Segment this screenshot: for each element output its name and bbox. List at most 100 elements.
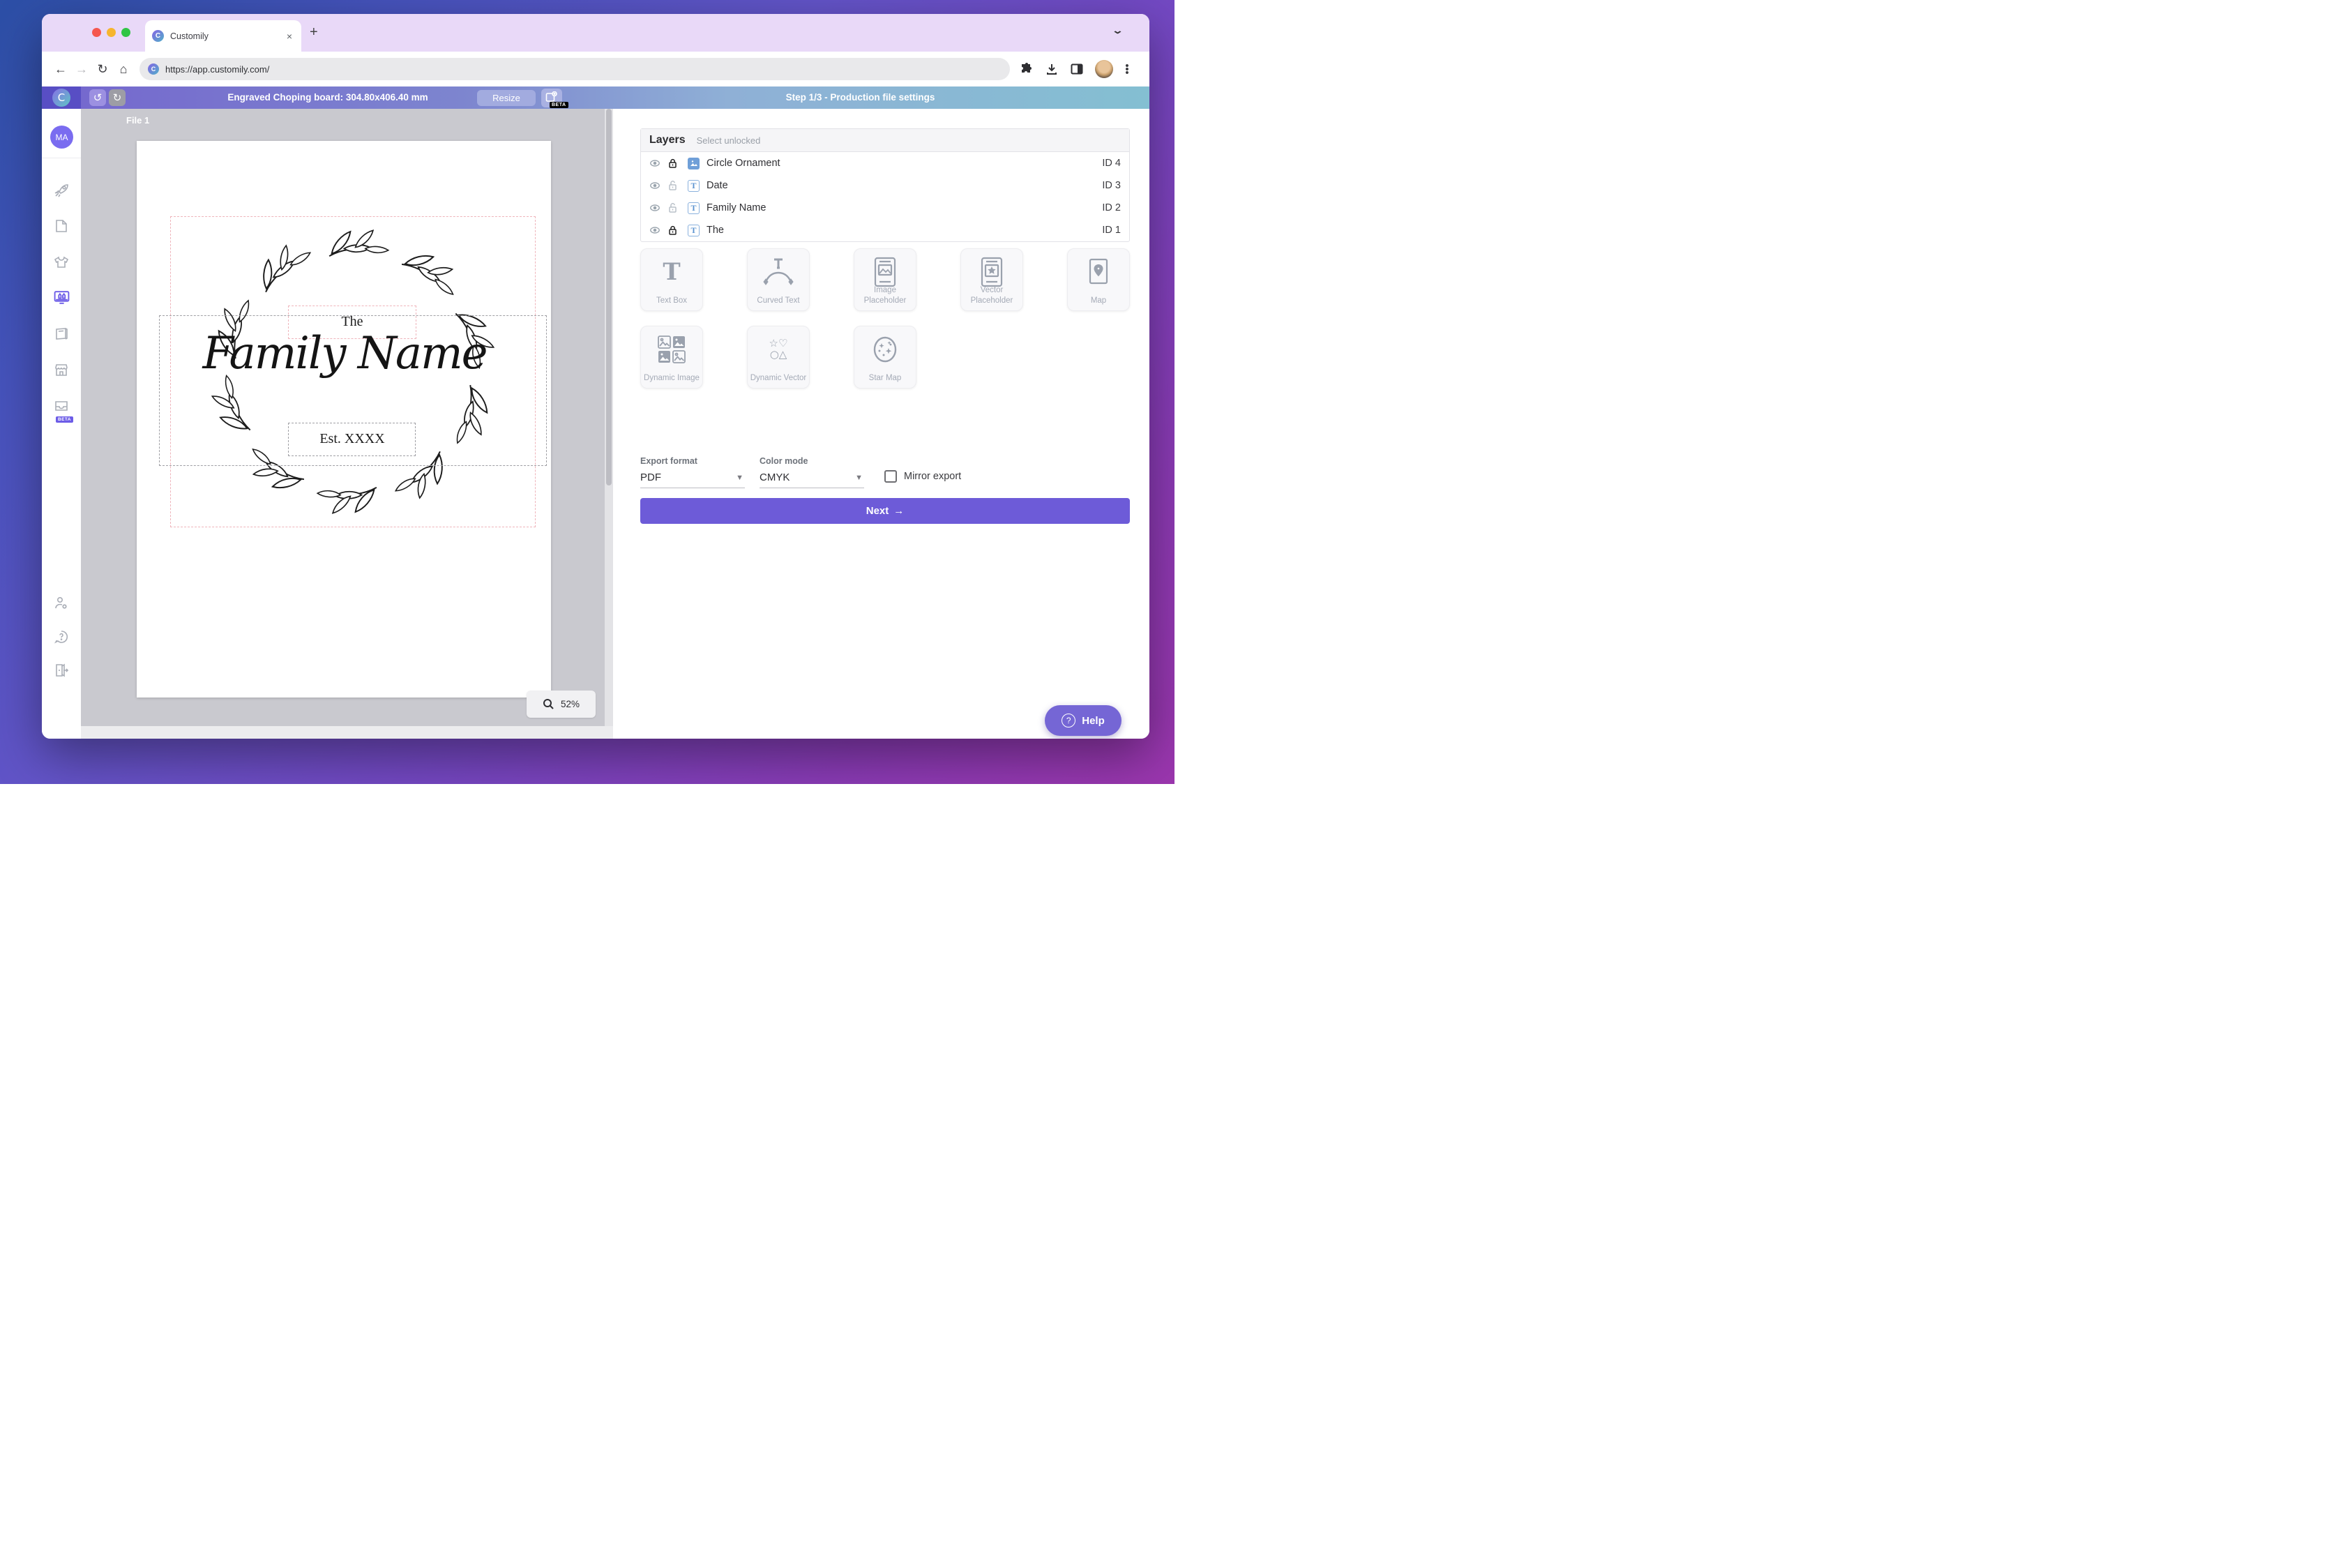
- app-sidebar: MA: [42, 109, 81, 739]
- image-layer-type-icon: [688, 158, 700, 169]
- export-format-select[interactable]: PDF ▼: [640, 469, 745, 488]
- address-bar[interactable]: C https://app.customily.com/: [139, 58, 1010, 80]
- url-favicon: C: [148, 63, 159, 75]
- next-button[interactable]: Next→: [640, 498, 1130, 524]
- production-settings-panel: Layers Select unlocked Circle Ornament I…: [613, 109, 1149, 739]
- canvas-vertical-scrollbar[interactable]: [605, 109, 613, 726]
- tab-close-icon[interactable]: ×: [285, 31, 294, 42]
- lock-closed-icon[interactable]: [667, 225, 678, 236]
- new-tab-button[interactable]: +: [310, 25, 318, 39]
- customily-favicon: C: [152, 30, 164, 42]
- rocket-icon[interactable]: [53, 181, 70, 198]
- layers-card: Layers Select unlocked Circle Ornament I…: [640, 128, 1130, 242]
- traffic-light-close-button[interactable]: [92, 28, 101, 37]
- mirror-export-checkbox[interactable]: [884, 470, 897, 483]
- curved-text-tool-button[interactable]: Curved Text: [747, 248, 810, 311]
- visibility-eye-icon[interactable]: [649, 180, 660, 191]
- logout-door-icon[interactable]: [53, 662, 70, 679]
- dynamic-image-tool-button[interactable]: Dynamic Image: [640, 326, 703, 389]
- browser-tab-strip: C Customily × + ⌄: [42, 14, 1149, 52]
- design-text-est[interactable]: Est. XXXX: [288, 431, 416, 447]
- side-panel-icon[interactable]: [1070, 62, 1084, 76]
- booklet-icon[interactable]: [53, 325, 70, 342]
- download-icon[interactable]: [1045, 62, 1059, 76]
- design-text-family-name[interactable]: Family Name: [145, 328, 544, 379]
- color-mode-select[interactable]: CMYK ▼: [760, 469, 864, 488]
- text-box-icon: T: [641, 256, 702, 288]
- curved-text-icon: [748, 256, 809, 288]
- browser-profile-avatar[interactable]: [1095, 60, 1113, 78]
- new-file-beta-button[interactable]: BETA: [541, 89, 562, 107]
- design-editor-icon[interactable]: [53, 289, 70, 306]
- dynamic-vector-tool-button[interactable]: ☆♡○△ Dynamic Vector: [747, 326, 810, 389]
- layer-id: ID 4: [1102, 158, 1121, 169]
- browser-menu-kebab-icon[interactable]: •••: [1124, 64, 1130, 75]
- layer-id: ID 2: [1102, 202, 1121, 213]
- account-settings-icon[interactable]: [53, 595, 70, 612]
- image-placeholder-icon: [854, 256, 916, 288]
- file-label: File 1: [126, 115, 149, 126]
- artboard[interactable]: The Family Name Est. XXXX: [137, 141, 551, 698]
- star-map-icon: [854, 333, 916, 365]
- tshirt-icon[interactable]: [53, 254, 70, 271]
- map-tool-button[interactable]: Map: [1067, 248, 1130, 311]
- canvas-horizontal-scrollbar[interactable]: [81, 726, 613, 739]
- mirror-export-option: Mirror export: [884, 470, 961, 483]
- traffic-light-zoom-button[interactable]: [121, 28, 130, 37]
- zoom-level: 52%: [561, 699, 580, 709]
- star-map-tool-button[interactable]: Star Map: [854, 326, 916, 389]
- inbox-beta-icon[interactable]: [53, 398, 70, 414]
- traffic-light-minimize-button[interactable]: [107, 28, 116, 37]
- design-canvas-area[interactable]: File 1: [81, 109, 613, 739]
- lock-open-icon[interactable]: [667, 202, 678, 213]
- back-button[interactable]: ←: [50, 62, 71, 77]
- tab-list-chevron-icon[interactable]: ⌄: [1112, 25, 1124, 36]
- layer-row-date[interactable]: T Date ID 3: [641, 174, 1129, 197]
- text-layer-type-icon: T: [688, 225, 700, 236]
- next-arrow-icon: →: [893, 505, 904, 517]
- text-box-tool-button[interactable]: T Text Box: [640, 248, 703, 311]
- text-layer-type-icon: T: [688, 180, 700, 192]
- home-button[interactable]: ⌂: [113, 62, 134, 77]
- store-icon[interactable]: [53, 361, 70, 378]
- image-placeholder-tool-button[interactable]: Image Placeholder: [854, 248, 916, 311]
- zoom-control[interactable]: 52%: [527, 691, 596, 718]
- lock-open-icon[interactable]: [667, 180, 678, 191]
- file-icon[interactable]: [53, 218, 70, 234]
- reload-button[interactable]: ↻: [92, 62, 113, 77]
- dynamic-vector-icon: ☆♡○△: [748, 333, 809, 365]
- toolbar-right-icons: •••: [1020, 60, 1130, 78]
- layer-name: Date: [707, 180, 1102, 191]
- layer-row-the[interactable]: T The ID 1: [641, 219, 1129, 241]
- vector-placeholder-tool-button[interactable]: Vector Placeholder: [960, 248, 1023, 311]
- step-title: Step 1/3 - Production file settings: [571, 86, 1149, 109]
- user-avatar-initials[interactable]: MA: [50, 126, 73, 149]
- layers-title: Layers: [649, 134, 686, 146]
- layer-row-family-name[interactable]: T Family Name ID 2: [641, 197, 1129, 219]
- lock-closed-icon[interactable]: [667, 158, 678, 169]
- layer-id: ID 3: [1102, 180, 1121, 191]
- browser-tab[interactable]: C Customily ×: [145, 20, 301, 52]
- visibility-eye-icon[interactable]: [649, 202, 660, 213]
- extensions-puzzle-icon[interactable]: [1020, 62, 1034, 76]
- mirror-export-label: Mirror export: [904, 471, 961, 482]
- visibility-eye-icon[interactable]: [649, 158, 660, 169]
- layer-row-circle-ornament[interactable]: Circle Ornament ID 4: [641, 152, 1129, 174]
- vector-placeholder-icon: [961, 256, 1022, 288]
- layer-name: The: [707, 225, 1102, 236]
- beta-chip: BETA: [550, 102, 568, 108]
- help-button[interactable]: ? Help: [1045, 705, 1121, 736]
- board-title: Engraved Choping board: 304.80x406.40 mm: [146, 86, 509, 109]
- redo-button[interactable]: ↻: [109, 89, 126, 106]
- visibility-eye-icon[interactable]: [649, 225, 660, 236]
- vertical-scroll-thumb[interactable]: [606, 109, 612, 485]
- layer-name: Circle Ornament: [707, 158, 1102, 169]
- forward-button[interactable]: →: [71, 62, 92, 77]
- customily-logo: C: [52, 89, 70, 107]
- tab-title: Customily: [170, 31, 285, 41]
- help-bubble-icon[interactable]: [53, 628, 70, 645]
- undo-button[interactable]: ↺: [89, 89, 106, 106]
- customily-logo-tile[interactable]: C: [42, 86, 81, 109]
- resize-button[interactable]: Resize: [477, 90, 536, 106]
- select-unlocked-label[interactable]: Select unlocked: [697, 135, 761, 146]
